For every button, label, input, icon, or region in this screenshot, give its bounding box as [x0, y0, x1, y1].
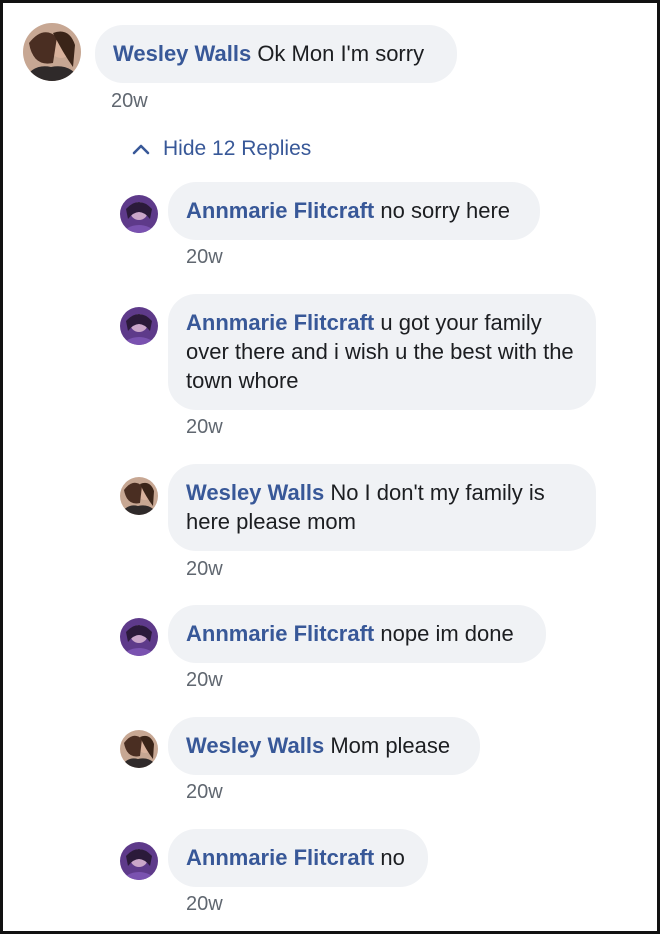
reply-author[interactable]: Annmarie Flitcraft [186, 198, 374, 223]
reply-timestamp[interactable]: 20w [186, 781, 223, 804]
reply-timestamp[interactable]: 20w [186, 893, 223, 916]
avatar-annmarie[interactable] [120, 195, 158, 233]
reply-author[interactable]: Wesley Walls [186, 480, 324, 505]
reply-timestamp[interactable]: 20w [186, 558, 223, 581]
hide-replies-label: Hide 12 Replies [163, 137, 312, 160]
comment-author[interactable]: Wesley Walls [113, 41, 251, 66]
screenshot-frame: Wesley Walls Ok Mon I'm sorry 20w Hide 1… [0, 0, 660, 934]
chevron-up-icon [132, 144, 150, 155]
reply-timestamp[interactable]: 20w [186, 669, 223, 692]
reply-timestamp[interactable]: 20w [186, 246, 223, 269]
reply-bubble: Annmarie Flitcraft nope im done [168, 605, 546, 663]
reply-bubble: Annmarie Flitcraft u got your family ove… [168, 294, 596, 410]
avatar-wesley[interactable] [120, 730, 158, 768]
reply-author[interactable]: Wesley Walls [186, 733, 324, 758]
reply-timestamp[interactable]: 20w [186, 416, 223, 439]
reply-bubble: Wesley Walls Mom please [168, 717, 480, 775]
reply-bubble: Wesley Walls No I don't my family is her… [168, 464, 596, 551]
reply-text: nope im done [380, 621, 514, 646]
reply-author[interactable]: Annmarie Flitcraft [186, 621, 374, 646]
hide-replies-button[interactable]: Hide 12 Replies [131, 137, 311, 161]
reply-text: no [380, 845, 405, 870]
comment-bubble: Wesley Walls Ok Mon I'm sorry [95, 25, 457, 83]
avatar-annmarie[interactable] [120, 618, 158, 656]
comment-timestamp[interactable]: 20w [111, 90, 148, 113]
avatar-annmarie[interactable] [120, 307, 158, 345]
avatar-wesley[interactable] [23, 23, 81, 81]
reply-author[interactable]: Annmarie Flitcraft [186, 310, 374, 335]
reply-text: Mom please [330, 733, 451, 758]
comment-text: Ok Mon I'm sorry [257, 41, 425, 66]
reply-text: no sorry here [380, 198, 511, 223]
avatar-annmarie[interactable] [120, 842, 158, 880]
avatar-wesley[interactable] [120, 477, 158, 515]
reply-bubble: Annmarie Flitcraft no [168, 829, 428, 887]
reply-bubble: Annmarie Flitcraft no sorry here [168, 182, 540, 240]
reply-author[interactable]: Annmarie Flitcraft [186, 845, 374, 870]
comment-thread: Wesley Walls Ok Mon I'm sorry 20w Hide 1… [3, 3, 657, 931]
